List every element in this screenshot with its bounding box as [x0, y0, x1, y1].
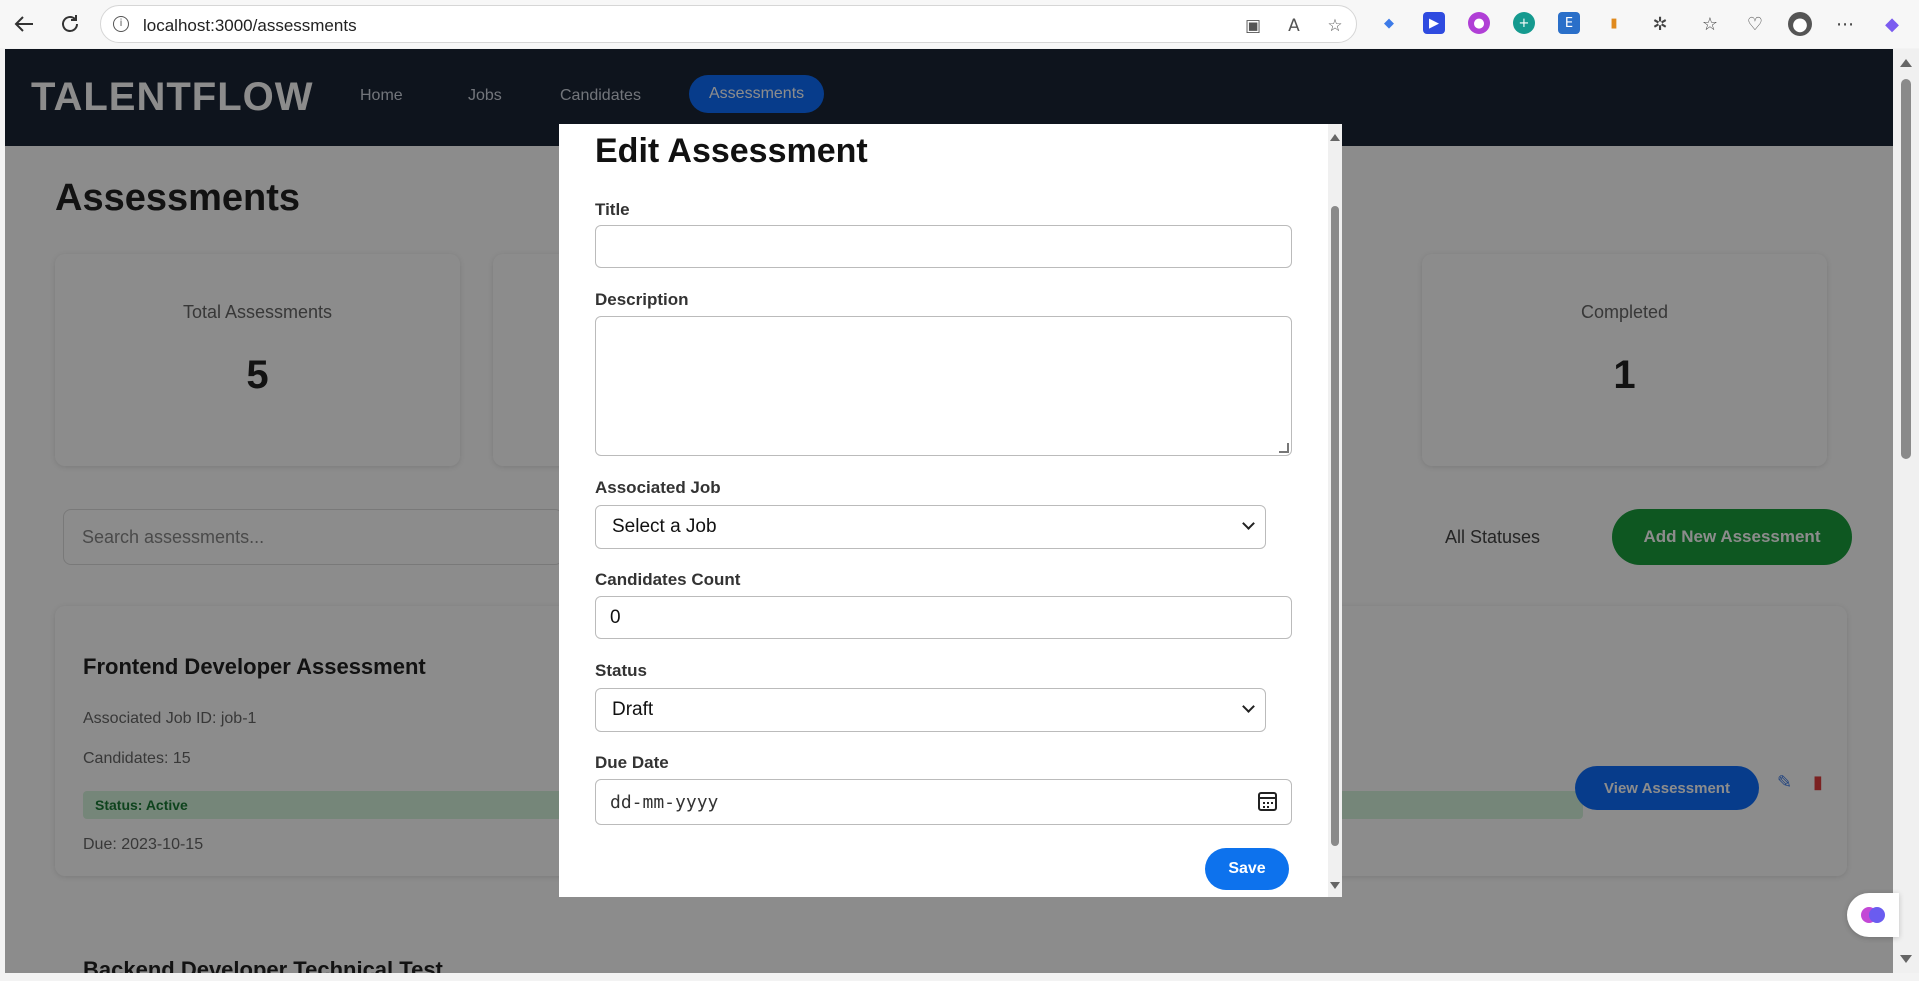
read-aloud-icon[interactable]: A [1284, 16, 1304, 36]
page-scrollbar[interactable] [1893, 49, 1919, 973]
due-date-label: Due Date [595, 753, 669, 772]
description-textarea[interactable] [595, 316, 1292, 456]
extension-plus-icon[interactable]: + [1513, 12, 1535, 34]
app-view-icon[interactable]: ▣ [1243, 16, 1263, 36]
status-value: Draft [612, 699, 654, 720]
favorites-icon[interactable]: ☆ [1698, 12, 1722, 36]
scrollbar-thumb[interactable] [1331, 206, 1339, 846]
title-input[interactable] [595, 225, 1292, 268]
scroll-up-arrow-icon[interactable] [1330, 134, 1340, 141]
title-label: Title [595, 200, 630, 219]
extension-doc-icon[interactable]: E [1558, 12, 1580, 34]
extension-cap-icon[interactable]: ◆ [1378, 12, 1400, 34]
description-label: Description [595, 290, 689, 309]
extension-play-icon[interactable]: ▶ [1423, 12, 1445, 34]
candidates-count-input[interactable]: 0 [595, 596, 1292, 639]
more-menu-icon[interactable]: ⋯ [1833, 12, 1857, 36]
chevron-down-icon [1242, 517, 1255, 530]
due-date-input[interactable]: dd-mm-yyyy [595, 779, 1292, 825]
extension-brain-icon[interactable]: ● [1468, 12, 1490, 34]
reload-icon[interactable] [56, 10, 84, 38]
associated-job-value: Select a Job [612, 516, 717, 537]
scroll-down-arrow-icon[interactable] [1330, 882, 1340, 889]
health-icon[interactable]: ♡ [1743, 12, 1767, 36]
scroll-down-arrow-icon[interactable] [1900, 955, 1912, 963]
chevron-down-icon [1242, 700, 1255, 713]
profile-avatar[interactable]: ● [1788, 12, 1812, 36]
associated-job-label: Associated Job [595, 478, 721, 497]
assistant-brain-icon[interactable] [1847, 893, 1899, 937]
scroll-up-arrow-icon[interactable] [1900, 59, 1912, 67]
back-arrow-icon[interactable] [10, 10, 38, 38]
candidates-count-label: Candidates Count [595, 570, 741, 589]
calendar-icon[interactable] [1258, 792, 1277, 811]
browser-toolbar: i localhost:3000/assessments ▣ A ☆ ◆ ▶ ●… [0, 0, 1919, 48]
resize-grip-icon[interactable] [1279, 443, 1289, 453]
edit-assessment-modal: Edit Assessment Title Description Associ… [559, 124, 1342, 897]
modal-scrollbar[interactable] [1328, 124, 1342, 897]
status-label: Status [595, 661, 647, 680]
favorite-star-icon[interactable]: ☆ [1325, 16, 1345, 36]
site-info-icon[interactable]: i [113, 16, 129, 32]
associated-job-select[interactable]: Select a Job [595, 505, 1266, 549]
url-text: localhost:3000/assessments [143, 16, 357, 35]
address-bar[interactable]: i localhost:3000/assessments ▣ A ☆ [100, 5, 1357, 43]
save-button[interactable]: Save [1205, 848, 1289, 890]
status-select[interactable]: Draft [595, 688, 1266, 732]
scrollbar-thumb[interactable] [1901, 79, 1911, 459]
due-date-placeholder: dd-mm-yyyy [610, 791, 719, 813]
copilot-icon[interactable]: ◆ [1880, 12, 1904, 36]
extension-chart-icon[interactable]: ▮ [1603, 12, 1625, 34]
extensions-puzzle-icon[interactable]: ✲ [1648, 12, 1672, 36]
modal-title: Edit Assessment [595, 132, 868, 170]
